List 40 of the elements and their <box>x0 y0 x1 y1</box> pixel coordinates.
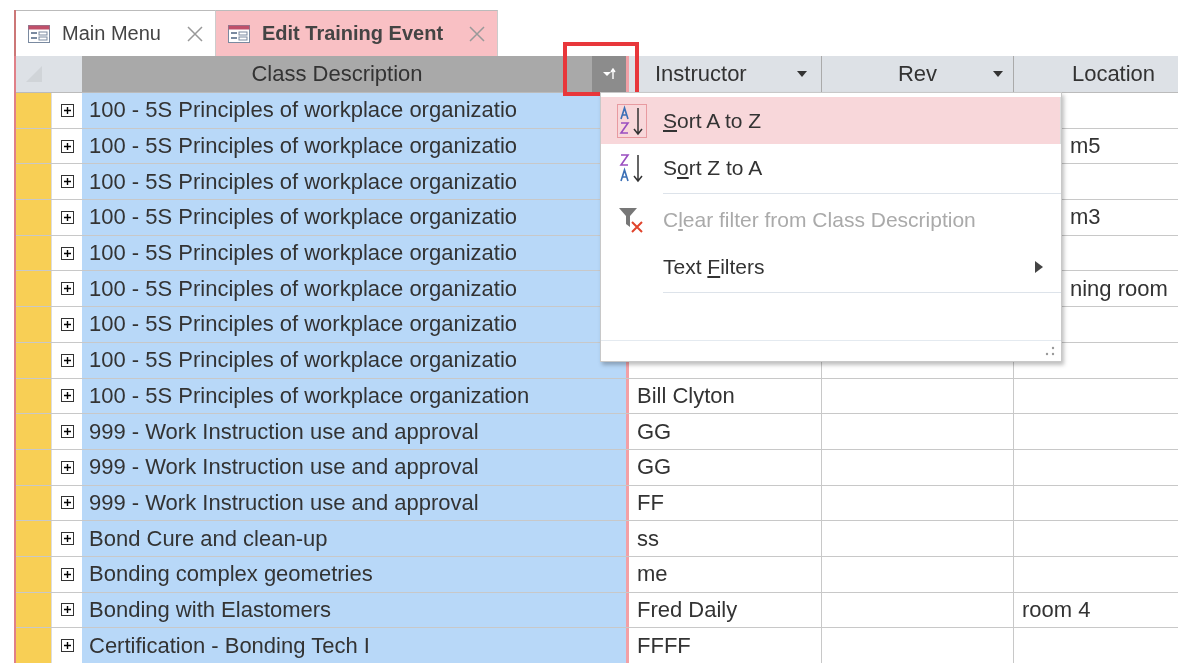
menu-item[interactable]: Sort A to Z <box>601 97 1061 144</box>
expand-icon[interactable] <box>60 639 74 653</box>
expand-icon[interactable] <box>60 567 74 581</box>
table-cell: Bond Cure and clean-up <box>82 521 629 556</box>
expand-icon[interactable] <box>60 139 74 153</box>
form-icon <box>28 24 50 43</box>
caret-icon[interactable] <box>797 71 807 77</box>
table-cell: Bonding complex geometries <box>82 556 629 592</box>
expand-icon[interactable] <box>60 210 74 224</box>
table-cell: 100 - 5S Principles of workplace organizatio <box>82 342 629 378</box>
table-cell: 999 - Work Instruction use and approval <box>82 414 629 449</box>
form-icon <box>227 24 250 43</box>
expand-icon[interactable] <box>60 175 74 189</box>
table-cell: 999 - Work Instruction use and approval <box>82 449 629 485</box>
expand-icon[interactable] <box>60 389 74 403</box>
expand-icon[interactable] <box>60 496 74 510</box>
resize-grip-icon[interactable] <box>1045 346 1055 356</box>
expand-icon[interactable] <box>60 353 74 367</box>
document-tab[interactable]: Edit Training Event <box>215 10 499 56</box>
sort-ascending-icon <box>617 103 647 138</box>
expand-icon[interactable] <box>60 460 74 474</box>
submenu-arrow-icon <box>1035 260 1043 273</box>
filter-caret-icon <box>602 68 616 80</box>
table-cell: 999 - Work Instruction use and approval <box>82 485 629 521</box>
table-cell: Bonding with Elastomers <box>82 592 629 628</box>
expand-icon[interactable] <box>60 103 74 117</box>
filter-dropdown-button[interactable] <box>592 56 626 92</box>
document-tab[interactable]: Main Menu <box>16 10 216 56</box>
caret-icon[interactable] <box>993 71 1003 77</box>
expand-icon[interactable] <box>60 317 74 331</box>
expand-icon[interactable] <box>60 246 74 260</box>
table-cell: 100 - 5S Principles of workplace organization <box>82 378 629 414</box>
close-icon[interactable] <box>186 25 203 42</box>
expand-icon[interactable] <box>60 603 74 617</box>
expand-icon[interactable] <box>60 425 74 439</box>
expand-icon[interactable] <box>60 282 74 296</box>
column-header[interactable]: Class Description <box>82 56 629 92</box>
close-icon[interactable] <box>469 25 486 42</box>
expand-icon[interactable] <box>60 532 74 546</box>
table-cell: Certification - Bonding Tech I <box>82 628 629 663</box>
